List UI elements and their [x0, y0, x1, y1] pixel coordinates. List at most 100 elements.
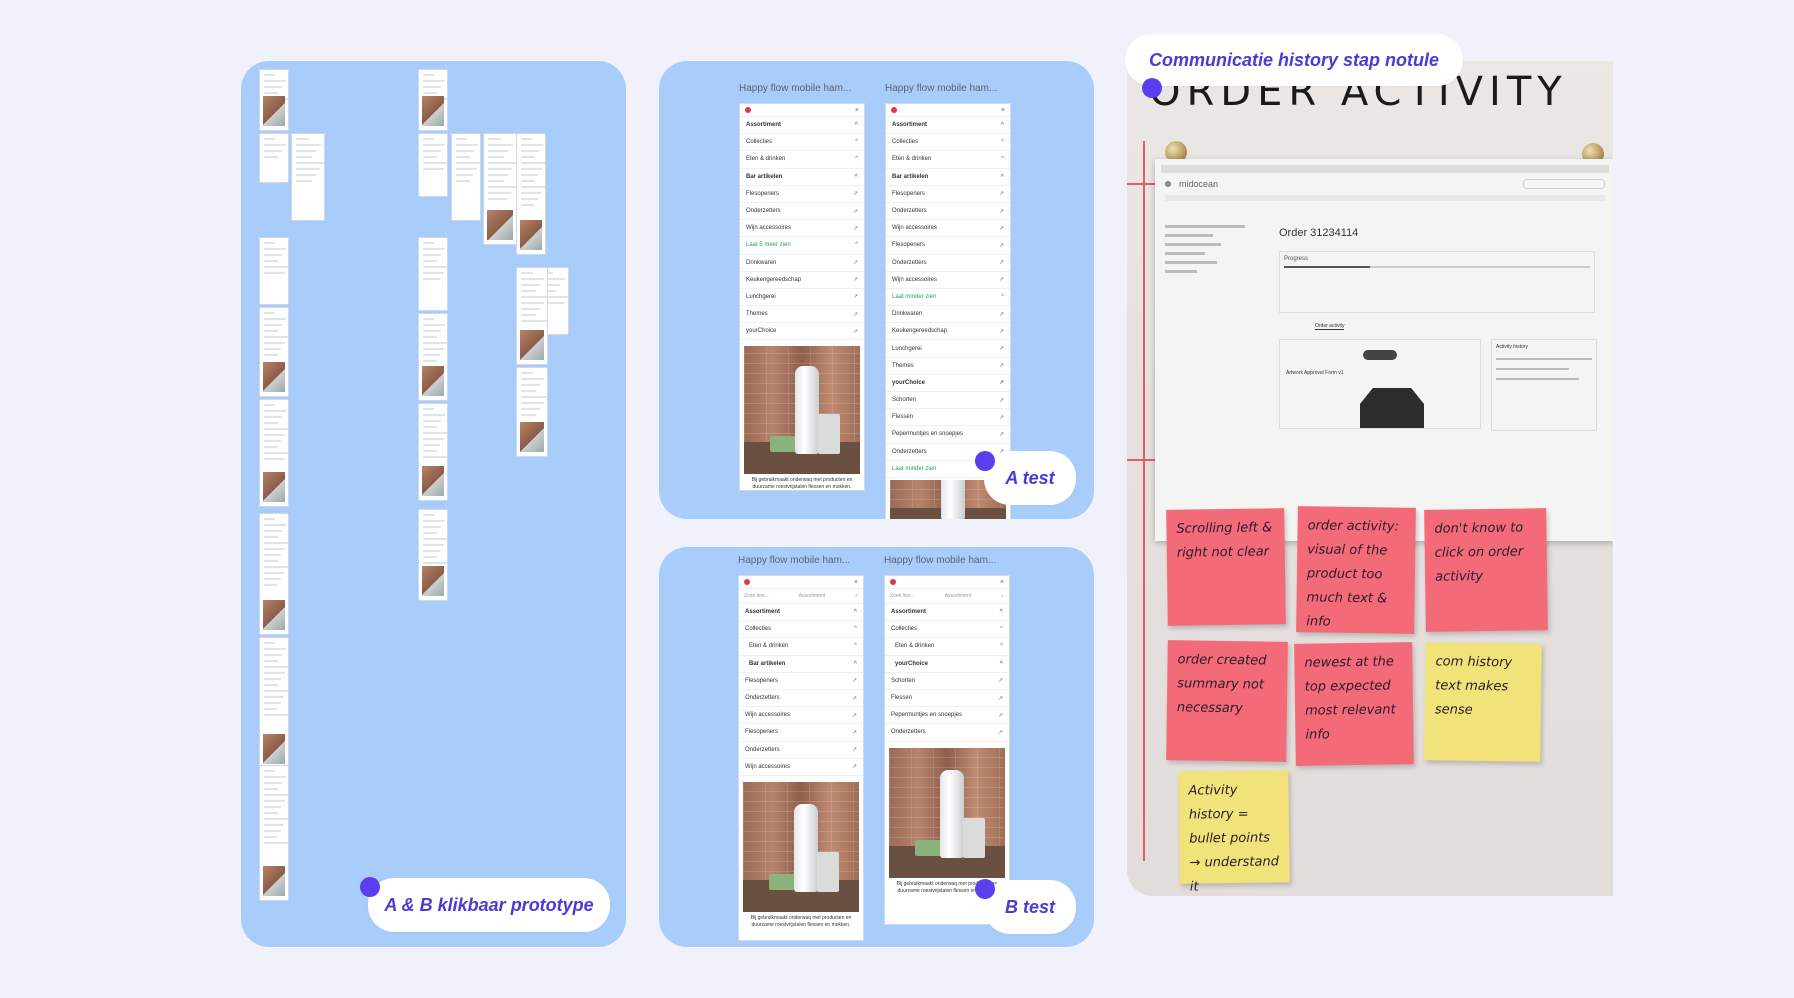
prototype-screen-thumbnail[interactable] [259, 513, 289, 635]
menu-item[interactable]: Drinkwaren ↗ [886, 306, 1010, 324]
menu-item[interactable]: Onderzetters ↗ [885, 724, 1009, 742]
menu-item[interactable]: Flessen ↗ [886, 409, 1010, 427]
menu-item[interactable]: Flessen ↗ [885, 690, 1009, 708]
menu-item[interactable]: Flesopeners ↗ [886, 237, 1010, 255]
prototype-screen-thumbnail[interactable] [291, 133, 325, 221]
a-test-phone-1[interactable]: × Assortiment ^ Collecties ^ Eten & drinken ^… [739, 103, 865, 491]
menu-item[interactable]: Themes ↗ [740, 306, 864, 324]
menu-item[interactable]: Schorten ↗ [886, 392, 1010, 410]
menu-item[interactable]: Collecties ^ [886, 134, 1010, 152]
prototype-screen-thumbnail[interactable] [418, 509, 448, 601]
menu-item[interactable]: yourChoice ↗ [740, 323, 864, 341]
menu-item[interactable]: Assortiment ^ [886, 117, 1010, 135]
prototype-screen-thumbnail[interactable] [259, 307, 289, 397]
menu-item[interactable]: Schorten ↗ [885, 673, 1009, 690]
menu-item[interactable]: Flesopeners ↗ [739, 724, 863, 742]
menu-item[interactable]: Onderzetters ↗ [739, 742, 863, 759]
menu-item[interactable]: Wijn accessoires ↗ [740, 220, 864, 238]
menu-item[interactable]: Eten & drinken ^ [739, 638, 863, 656]
close-icon[interactable]: × [1001, 107, 1005, 114]
search-icon[interactable]: ⌕ [855, 593, 858, 599]
sticky-note: newest at the top expected most relevant… [1294, 642, 1414, 766]
menu-item[interactable]: Laat 5 meer zien ^ [740, 237, 864, 255]
menu-item[interactable]: Onderzetters ↗ [740, 203, 864, 221]
file-name: Artwork Approval Form v1 [1286, 370, 1344, 376]
menu-item[interactable]: Onderzetters ↗ [739, 690, 863, 708]
menu-item[interactable]: Collecties ^ [739, 621, 863, 639]
menu-item[interactable]: Assortiment ^ [740, 117, 864, 135]
menu-item[interactable]: Bar artikelen ^ [886, 169, 1010, 186]
search-scope-dropdown[interactable]: Assortiment [945, 593, 971, 599]
menu-item[interactable]: yourChoice ^ [885, 656, 1009, 673]
menu-item[interactable]: Bar artikelen ^ [740, 169, 864, 186]
menu-item[interactable]: Flesopeners ↗ [886, 186, 1010, 203]
arrow-icon: ↗ [998, 346, 1004, 353]
menu-item[interactable]: Eten & drinken ^ [885, 638, 1009, 656]
menu-item[interactable]: Eten & drinken ^ [740, 151, 864, 169]
search-input[interactable]: Zoek hier... Assortiment ⌕ [885, 589, 1009, 604]
menu-item[interactable]: Pepermuntjes en snoepjes ↗ [885, 707, 1009, 725]
prototype-screen-thumbnail[interactable] [418, 237, 448, 311]
prototype-screen-thumbnail[interactable] [451, 133, 481, 221]
prototype-screen-thumbnail[interactable] [418, 313, 448, 401]
search-input[interactable]: Zoek hier... Assortiment ⌕ [739, 589, 863, 604]
prototype-screen-thumbnail[interactable] [418, 403, 448, 501]
menu-item-label: Lunchgerei [746, 293, 776, 300]
menu-item[interactable]: Lunchgerei ↗ [740, 289, 864, 307]
prototype-screen-thumbnail[interactable] [483, 133, 517, 245]
close-icon[interactable]: × [855, 107, 859, 114]
menu-item[interactable]: Wijn accessoires ↗ [886, 220, 1010, 238]
prototype-screen-thumbnail[interactable] [259, 765, 289, 901]
prototype-screen-thumbnail[interactable] [259, 69, 289, 131]
arrow-icon: ↗ [998, 311, 1004, 318]
grid-line [1143, 141, 1145, 861]
prototype-screen-thumbnail[interactable] [516, 367, 548, 457]
menu-item[interactable]: Themes ↗ [886, 358, 1010, 375]
menu-item[interactable]: Flesopeners ↗ [740, 186, 864, 203]
menu-item[interactable]: Laat minder zien ^ [886, 289, 1010, 307]
menu-item[interactable]: Collecties ^ [885, 621, 1009, 639]
prototype-screen-thumbnail[interactable] [418, 133, 448, 197]
menu-item[interactable]: Drinkwaren ↗ [740, 255, 864, 272]
menu-item[interactable]: Wijn accessoires ↗ [739, 759, 863, 776]
search-icon[interactable]: ⌕ [1001, 593, 1004, 599]
menu-item[interactable]: Pepermuntjes en snoepjes ↗ [886, 426, 1010, 444]
arrow-icon: ↗ [852, 311, 858, 318]
prototype-label: A & B klikbaar prototype [368, 878, 610, 932]
close-icon[interactable]: × [1000, 579, 1004, 586]
arrow-icon: ↗ [998, 363, 1004, 370]
b-test-phone-1[interactable]: × Zoek hier... Assortiment ⌕ Assortiment… [738, 575, 864, 941]
menu-item[interactable]: Onderzetters ↗ [886, 203, 1010, 221]
menu-item-label: Assortiment [892, 122, 928, 129]
menu-item[interactable]: yourChoice ↗ [886, 375, 1010, 392]
chevron-icon: ^ [1000, 643, 1003, 650]
menu-item[interactable]: Wijn accessoires ↗ [886, 272, 1010, 289]
prototype-screen-thumbnail[interactable] [418, 69, 448, 131]
prototype-screen-thumbnail[interactable] [259, 399, 289, 507]
order-activity-tab: Order activity [1315, 323, 1345, 330]
menu-item[interactable]: Keukengereedschap ↗ [886, 323, 1010, 341]
chevron-icon: ^ [1000, 626, 1003, 633]
menu-item[interactable]: Onderzetters ↗ [886, 255, 1010, 272]
arrow-icon: ↗ [852, 225, 858, 232]
product-caption: Bij gebruikmaakt onderwaq met producten … [751, 477, 853, 491]
search-scope-dropdown[interactable]: Assortiment [799, 593, 825, 599]
prototype-screen-thumbnail[interactable] [516, 133, 546, 255]
menu-item[interactable]: Assortiment ^ [739, 604, 863, 622]
menu-item[interactable]: Keukengereedschap ↗ [740, 272, 864, 289]
menu-item-label: yourChoice [892, 379, 926, 386]
prototype-screen-thumbnail[interactable] [259, 133, 289, 183]
menu-item-label: yourChoice [895, 660, 929, 667]
menu-item[interactable]: Wijn accessoires ↗ [739, 707, 863, 725]
menu-item[interactable]: Flesopeners ↗ [739, 673, 863, 690]
menu-item[interactable]: Assortiment ^ [885, 604, 1009, 622]
b-test-phone-2[interactable]: × Zoek hier... Assortiment ⌕ Assortiment… [884, 575, 1010, 925]
close-icon[interactable]: × [854, 579, 858, 586]
prototype-screen-thumbnail[interactable] [259, 637, 289, 769]
menu-item[interactable]: Collecties ^ [740, 134, 864, 152]
menu-item[interactable]: Lunchgerei ↗ [886, 340, 1010, 358]
prototype-screen-thumbnail[interactable] [516, 267, 548, 365]
menu-item[interactable]: Eten & drinken ^ [886, 151, 1010, 169]
menu-item[interactable]: Bar artikelen ^ [739, 656, 863, 673]
prototype-screen-thumbnail[interactable] [259, 237, 289, 305]
